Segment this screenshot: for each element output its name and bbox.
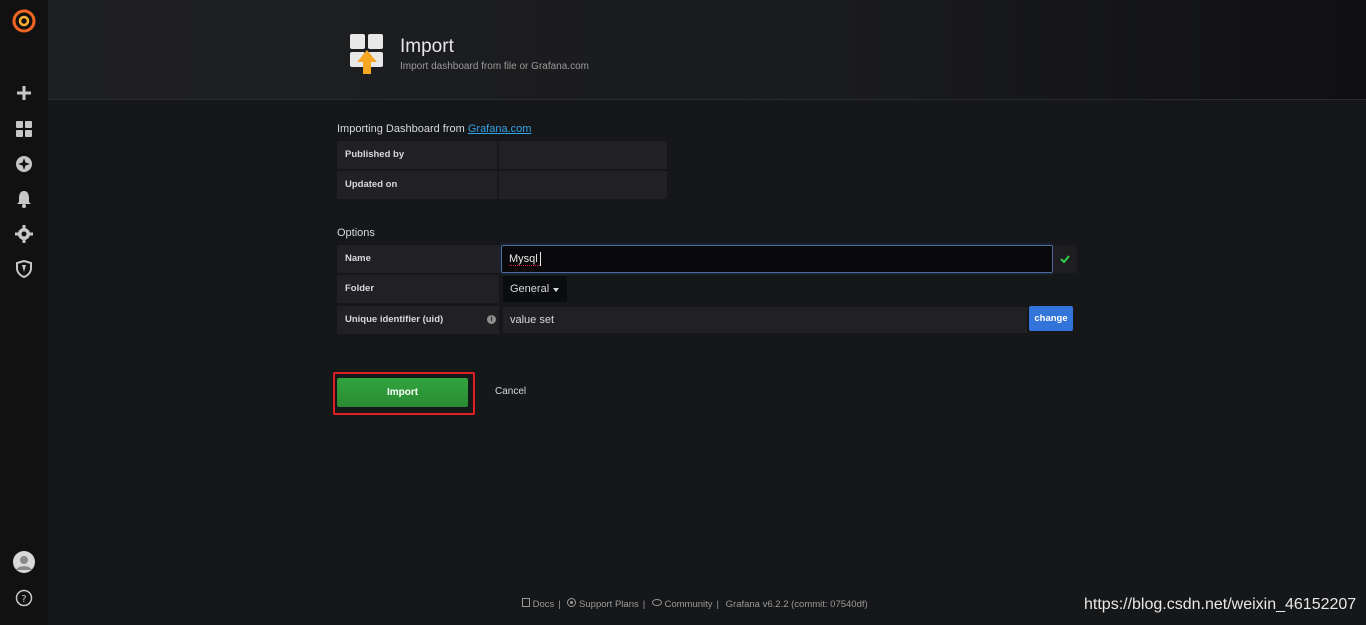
uid-label-box: Unique identifier (uid) [337, 306, 499, 334]
updated-on-row: Updated on [337, 171, 667, 200]
folder-label: Folder [345, 283, 375, 294]
import-dashboard-icon [348, 32, 386, 76]
support-icon [567, 598, 579, 610]
docs-icon [522, 598, 533, 610]
published-by-label: Published by [345, 149, 405, 160]
version-text: Grafana v6.2.2 (commit: 07540df) [725, 599, 868, 610]
plus-icon[interactable] [12, 81, 36, 105]
watermark-text: https://blog.csdn.net/weixin_46152207 [1084, 596, 1357, 613]
options-heading: Options [337, 227, 375, 239]
avatar-icon[interactable] [12, 550, 36, 574]
page-subtitle: Import dashboard from file or Grafana.co… [400, 61, 589, 72]
bell-icon[interactable] [12, 187, 36, 211]
explore-icon[interactable] [12, 152, 36, 176]
chevron-down-icon [553, 288, 559, 292]
page-title: Import [400, 36, 454, 57]
folder-select-value: General [510, 283, 550, 295]
folder-select[interactable]: General [503, 276, 567, 302]
sidebar: ? [0, 0, 48, 625]
import-source-prefix: Importing Dashboard from [337, 123, 468, 135]
community-icon [651, 599, 665, 610]
gear-icon[interactable] [12, 222, 36, 246]
uid-label: Unique identifier (uid) [345, 314, 444, 325]
text-caret [540, 252, 541, 266]
footer: Docs | Support Plans | Community | Grafana … [522, 598, 868, 610]
docs-link[interactable]: Docs [533, 599, 555, 610]
uid-value: value set [510, 314, 555, 326]
community-link[interactable]: Community [664, 599, 712, 610]
uid-field: value set [503, 307, 1027, 333]
change-uid-button[interactable]: change [1029, 306, 1073, 331]
dashboards-icon[interactable] [12, 117, 36, 141]
info-icon[interactable]: i [487, 315, 496, 324]
page-header: Import Import dashboard from file or Gra… [48, 0, 1366, 100]
name-input[interactable]: Mysql [501, 245, 1053, 273]
folder-label-box: Folder [337, 275, 499, 303]
import-source-label: Importing Dashboard from Grafana.com [337, 123, 531, 135]
grafana-com-link[interactable]: Grafana.com [468, 123, 532, 135]
help-icon[interactable]: ? [12, 586, 36, 610]
published-by-row: Published by [337, 141, 667, 170]
shield-icon[interactable] [12, 257, 36, 281]
import-button[interactable]: Import [337, 378, 468, 407]
name-input-value: Mysql [509, 253, 540, 266]
name-label: Name [345, 253, 371, 264]
updated-on-label: Updated on [345, 179, 398, 190]
cancel-button[interactable]: Cancel [495, 386, 526, 397]
support-plans-link[interactable]: Support Plans [579, 599, 639, 610]
svg-text:?: ? [21, 594, 26, 605]
name-label-box: Name [337, 245, 499, 273]
grafana-logo-icon[interactable] [12, 9, 36, 33]
valid-check-icon [1053, 245, 1077, 273]
